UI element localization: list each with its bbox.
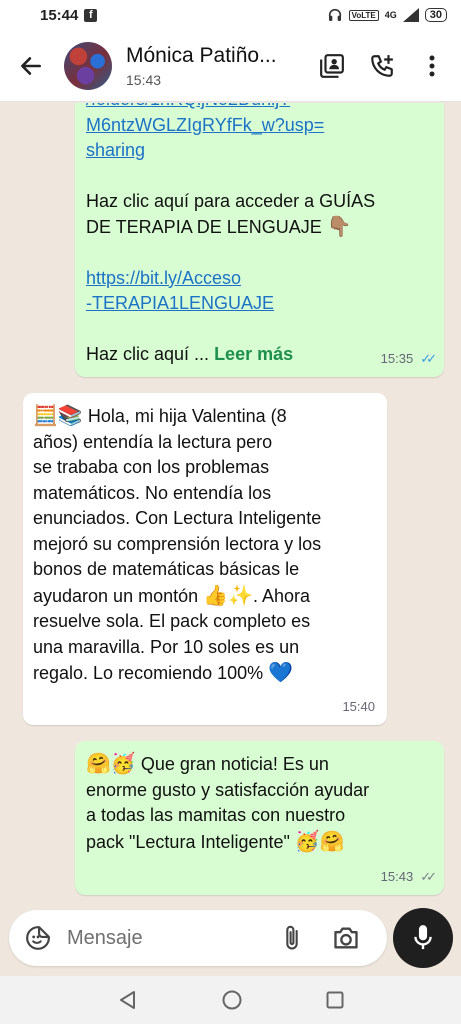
message-text: Hola, mi hija Valentina (8: [87, 406, 287, 426]
message-text: Haz clic aquí para acceder a GUÍAS: [86, 190, 376, 211]
message-composer: [9, 910, 387, 966]
link-text[interactable]: M6ntzWGLZIgRYfFk_w?usp=: [86, 113, 432, 139]
link-text[interactable]: https://bit.ly/Acceso: [86, 266, 432, 292]
blue-heart-emoji: 💙: [268, 660, 294, 684]
sticker-icon: [26, 926, 50, 950]
hugging-party-emoji: 🤗🥳: [86, 751, 136, 775]
more-vert-icon: [429, 55, 435, 76]
voice-message-button[interactable]: [393, 908, 453, 968]
party-hugging-emoji: 🥳🤗: [294, 828, 345, 853]
more-options-button[interactable]: [417, 51, 447, 81]
back-button[interactable]: [6, 41, 56, 91]
message-text: ayudaron un montón: [33, 585, 199, 606]
message-text: una maravilla. Por 10 soles es un: [33, 636, 300, 657]
avatar[interactable]: [64, 41, 112, 90]
message-text: enorme gusto y satisfacción ayudar: [86, 779, 370, 800]
message-text: años) entendía la lectura pero: [33, 431, 273, 452]
battery-indicator: 30: [424, 8, 447, 22]
message-text: regalo. Lo recomiendo 100%: [33, 663, 264, 683]
message-text: mejoró su comprensión lectora y los: [33, 533, 322, 554]
message-text: DE TERAPIA DE LENGUAJE: [86, 217, 322, 237]
message-text: resuelve sola. El pack completo es: [33, 611, 311, 631]
chat-header: Mónica Patiño... 15:43: [0, 30, 461, 102]
message-text: matemáticos. No entendía los: [33, 482, 272, 503]
back-triangle-icon[interactable]: [117, 989, 139, 1011]
message-outgoing[interactable]: /folders/1hRQijNo2DuhijT M6ntzWGLZIgRYfF…: [75, 103, 444, 377]
link-text[interactable]: /folders/1hRQijNo2DuhijT: [86, 103, 432, 113]
message-time: 15:35: [380, 350, 414, 366]
message-time: 15:43: [380, 868, 414, 884]
chat-area[interactable]: /folders/1hRQijNo2DuhijT M6ntzWGLZIgRYfF…: [0, 103, 461, 903]
status-time: 15:44: [40, 6, 79, 24]
contact-card-icon: [320, 53, 344, 78]
link-text[interactable]: sharing: [86, 138, 432, 164]
message-text: . Ahora: [252, 585, 310, 606]
contact-info[interactable]: Mónica Patiño... 15:43: [126, 44, 277, 88]
message-meta: 15:40: [342, 694, 375, 720]
sticker-button[interactable]: [23, 923, 53, 953]
message-input[interactable]: [67, 926, 267, 950]
message-time: 15:40: [342, 698, 375, 714]
last-seen: 15:43: [126, 71, 162, 88]
link-text[interactable]: -TERAPIA1LENGUAJE: [86, 291, 432, 317]
mic-icon: [414, 925, 432, 950]
abacus-books-emoji: 🧮📚: [33, 403, 83, 427]
add-call-button[interactable]: [367, 51, 397, 81]
message-meta: 15:35 ✓✓: [380, 346, 437, 372]
message-text: pack "Lectura Inteligente": [86, 831, 290, 852]
message-text: bonos de matemáticas básicas le: [33, 559, 300, 579]
message-text: a todas las mamitas con nuestro: [86, 805, 346, 825]
system-navigation-bar: [0, 976, 461, 1024]
delivered-receipt-icon: ✓✓: [420, 868, 437, 884]
home-circle-icon[interactable]: [221, 989, 243, 1011]
status-bar: 15:44 f VoLTE 4G 30: [0, 0, 461, 30]
add-call-icon: [371, 54, 393, 77]
network-type: 4G: [384, 10, 397, 20]
contact-card-button[interactable]: [317, 51, 347, 81]
read-more-link[interactable]: Leer más: [214, 344, 293, 364]
message-incoming[interactable]: 🧮📚 Hola, mi hija Valentina (8 años) ente…: [23, 393, 387, 725]
message-meta: 15:43 ✓✓: [380, 864, 437, 890]
contact-name: Mónica Patiño...: [126, 43, 277, 67]
attach-button[interactable]: [277, 923, 307, 953]
back-arrow-icon: [21, 56, 41, 75]
camera-icon: [334, 927, 358, 949]
message-outgoing[interactable]: 🤗🥳 Que gran noticia! Es un enorme gusto …: [75, 741, 444, 895]
message-text: Que gran noticia! Es un: [140, 754, 329, 774]
thumbs-sparkles-emoji: 👍✨: [203, 582, 253, 607]
signal-icon: [402, 8, 419, 22]
volte-badge: VoLTE: [348, 9, 379, 21]
status-indicators: VoLTE 4G 30: [327, 7, 447, 23]
pointing-down-emoji: 👇🏽: [326, 214, 352, 238]
attach-icon: [286, 925, 298, 950]
camera-button[interactable]: [331, 923, 361, 953]
message-text: enunciados. Con Lectura Inteligente: [33, 508, 322, 528]
message-text: Haz clic aquí ...: [86, 343, 210, 364]
recents-square-icon[interactable]: [325, 990, 345, 1010]
headphones-icon: [328, 8, 341, 21]
message-text: se trababa con los problemas: [33, 457, 270, 477]
facebook-notification-icon: f: [84, 8, 98, 22]
read-receipt-icon: ✓✓: [420, 350, 437, 366]
